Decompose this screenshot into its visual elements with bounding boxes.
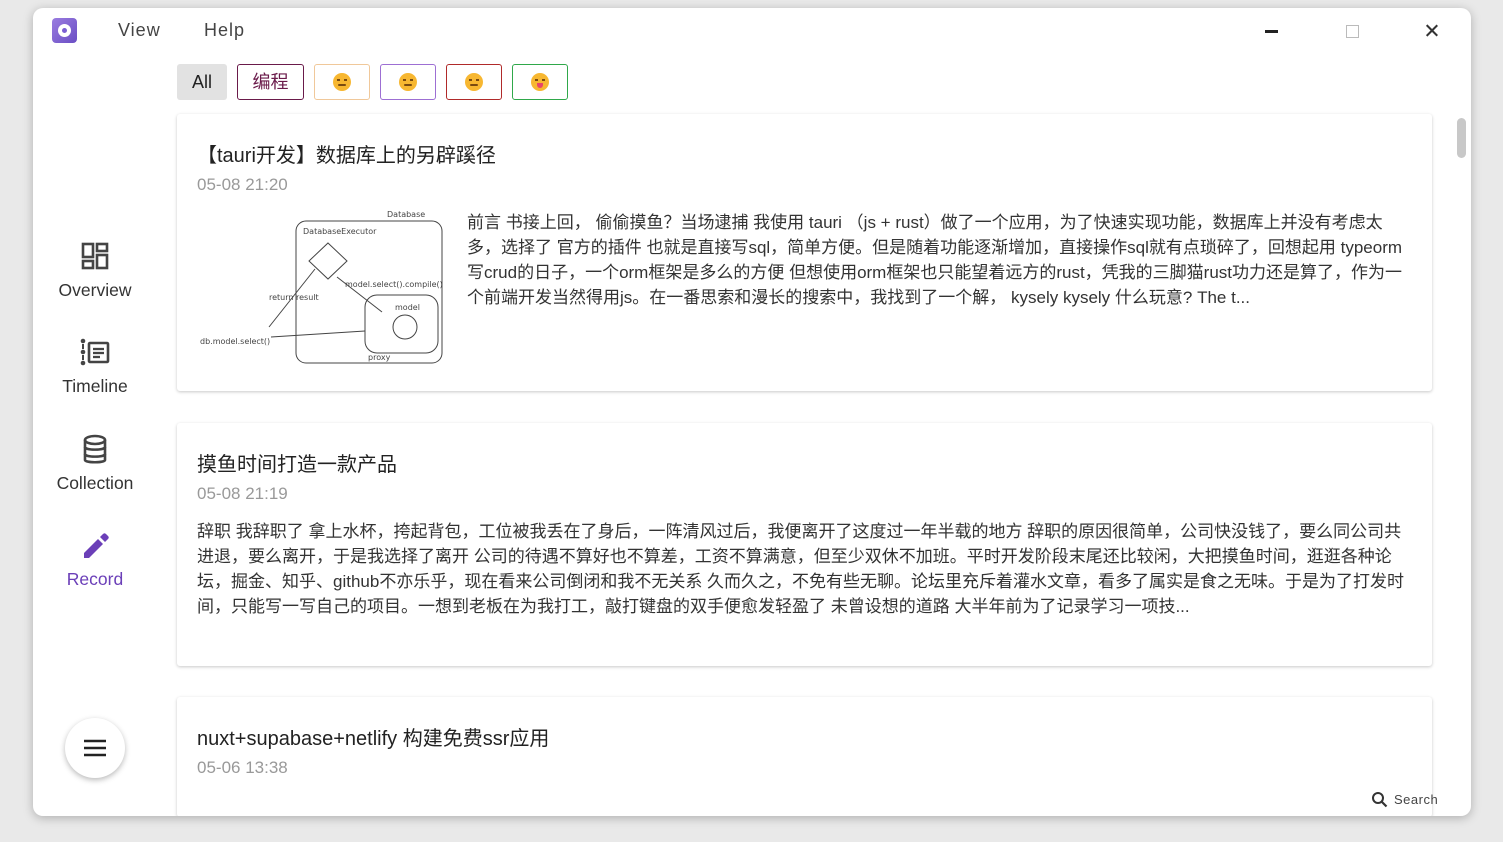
- thumb-compile-label: model.select().compile(): [345, 280, 443, 289]
- thumb-database-label: Database: [387, 210, 425, 219]
- nav-collection[interactable]: Collection: [33, 433, 157, 494]
- sad-face-icon: [333, 72, 351, 91]
- nav-overview[interactable]: Overview: [33, 240, 157, 301]
- search-icon: [1372, 792, 1388, 808]
- filter-code[interactable]: 编程: [237, 64, 304, 100]
- filter-emoji-sad[interactable]: [314, 64, 370, 100]
- search-label: Search: [1394, 792, 1439, 807]
- menu-view[interactable]: View: [118, 20, 161, 41]
- app-window: View Help Overview Timeline Collection R…: [33, 8, 1471, 816]
- dashboard-icon: [81, 242, 109, 270]
- post-title: 【tauri开发】数据库上的另辟蹊径: [197, 145, 496, 167]
- post-excerpt: 辞职 我辞职了 拿上水杯，挎起背包，工位被我丢在了身后，一阵清风过后，我便离开了…: [197, 522, 1405, 616]
- nav-overview-label: Overview: [58, 280, 132, 300]
- post-excerpt: 前言 书接上回， 偷偷摸鱼？当场逮捕 我使用 tauri （js + rust）…: [467, 213, 1403, 307]
- post-date: 05-08 21:20: [197, 175, 288, 194]
- filter-emoji-tongue[interactable]: [512, 64, 568, 100]
- thumb-call-label: db.model.select(): [200, 337, 270, 346]
- maximize-button[interactable]: [1337, 18, 1367, 44]
- title-bar: View Help: [33, 8, 1471, 54]
- menu-fab-button[interactable]: [65, 718, 125, 778]
- post-date: 05-06 13:38: [197, 758, 288, 777]
- app-logo: [52, 18, 77, 43]
- post-date: 05-08 21:19: [197, 484, 288, 503]
- post-thumbnail: Database DatabaseExecutor model.select()…: [200, 210, 443, 364]
- scrollbar-thumb[interactable]: [1457, 118, 1466, 158]
- minimize-button[interactable]: [1257, 18, 1287, 44]
- expressionless-face-icon: [465, 72, 483, 91]
- pencil-icon: [84, 533, 109, 558]
- post-title: 摸鱼时间打造一款产品: [197, 454, 397, 476]
- menu-help[interactable]: Help: [204, 20, 245, 41]
- nav-record[interactable]: Record: [33, 529, 157, 590]
- search-button[interactable]: Search: [1371, 792, 1438, 808]
- nav-record-label: Record: [66, 569, 124, 589]
- thumb-model-label: model: [395, 303, 420, 312]
- thumb-executor-label: DatabaseExecutor: [303, 227, 377, 236]
- filter-emoji-expressionless[interactable]: [446, 64, 502, 100]
- post-card[interactable]: 摸鱼时间打造一款产品 05-08 21:19 辞职 我辞职了 拿上水杯，挎起背包…: [177, 423, 1432, 666]
- nav-timeline-label: Timeline: [62, 376, 128, 396]
- thumb-proxy-label: proxy: [368, 353, 391, 362]
- nav-timeline[interactable]: Timeline: [33, 336, 157, 397]
- post-card[interactable]: nuxt+supabase+netlify 构建免费ssr应用 05-06 13…: [177, 697, 1432, 816]
- tongue-face-icon: [531, 72, 549, 91]
- post-title: nuxt+supabase+netlify 构建免费ssr应用: [197, 728, 550, 750]
- filter-emoji-pensive[interactable]: [380, 64, 436, 100]
- timeline-icon: [80, 338, 110, 366]
- thumb-return-label: return result: [269, 293, 319, 302]
- hamburger-menu-icon: [84, 739, 106, 757]
- database-icon: [83, 434, 107, 464]
- close-button[interactable]: [1417, 18, 1447, 44]
- nav-collection-label: Collection: [56, 473, 134, 493]
- post-card[interactable]: 【tauri开发】数据库上的另辟蹊径 05-08 21:20 Database …: [177, 114, 1432, 391]
- filter-all[interactable]: All: [177, 64, 227, 100]
- pensive-face-icon: [399, 72, 417, 91]
